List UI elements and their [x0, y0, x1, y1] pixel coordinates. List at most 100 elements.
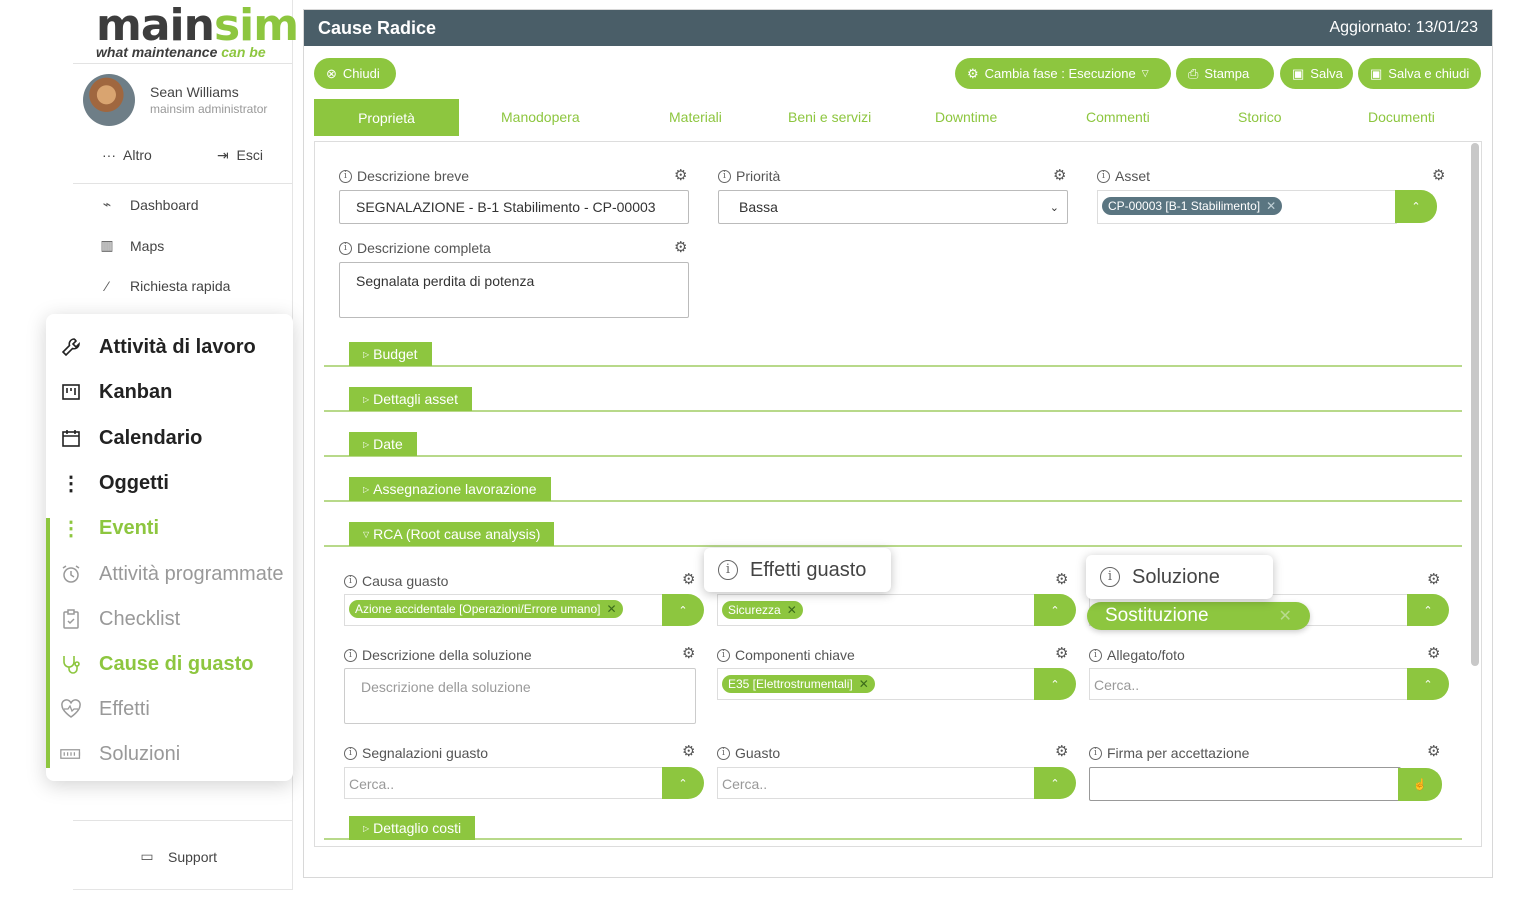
tab-goods-services[interactable]: Beni e servizi: [788, 109, 871, 125]
remove-icon[interactable]: ✕: [859, 677, 869, 691]
menu-label: Attività di lavoro: [99, 335, 256, 358]
section-costs[interactable]: ▷ Dettaglio costi: [349, 816, 476, 840]
asset-chip[interactable]: CP-00003 [B-1 Stabilimento] ✕: [1102, 197, 1283, 215]
menu-label: Kanban: [99, 380, 173, 403]
gear-icon[interactable]: ⚙: [1055, 644, 1068, 662]
tab-history[interactable]: Storico: [1238, 109, 1282, 125]
priority-select[interactable]: Bassa ⌄: [718, 190, 1068, 224]
section-line: [324, 838, 1462, 840]
effects-search-button[interactable]: ⌃: [1034, 594, 1076, 626]
section-rca[interactable]: ▽ RCA (Root cause analysis): [349, 522, 555, 546]
components-chip[interactable]: E35 [Elettrostrumentali] ✕: [722, 675, 875, 693]
solution-desc-label: i Descrizione della soluzione: [344, 647, 532, 663]
remove-icon[interactable]: ✕: [787, 603, 797, 617]
tab-properties[interactable]: Proprietà: [314, 99, 459, 136]
remove-icon[interactable]: ✕: [1279, 606, 1292, 626]
section-line: [324, 410, 1462, 412]
logout-button[interactable]: ⇥ Esci: [217, 147, 263, 164]
gear-icon[interactable]: ⚙: [1055, 570, 1068, 588]
info-icon: i: [718, 169, 731, 183]
gear-icon[interactable]: ⚙: [1427, 570, 1440, 588]
close-button[interactable]: ⊗ Chiudi: [314, 58, 396, 89]
page-title: Cause Radice: [318, 18, 437, 38]
more-label: Altro: [123, 147, 152, 163]
gear-icon[interactable]: ⚙: [682, 742, 695, 760]
remove-icon[interactable]: ✕: [1266, 199, 1276, 213]
section-budget[interactable]: ▷ Budget: [349, 342, 432, 366]
tab-labor[interactable]: Manodopera: [501, 109, 580, 125]
info-icon: i: [344, 574, 357, 588]
floppy-icon: ▣: [1292, 65, 1305, 81]
full-desc-textarea[interactable]: Segnalata perdita di potenza: [339, 262, 689, 318]
components-label: i Componenti chiave: [717, 647, 855, 663]
asset-search-button[interactable]: ⌃: [1395, 190, 1437, 223]
more-vertical-icon: ⋮: [61, 517, 81, 540]
asset-label: i Asset: [1097, 168, 1150, 184]
attachment-label: i Allegato/foto: [1089, 647, 1185, 663]
mainsim-logo[interactable]: mainsim what maintenance can be: [96, 4, 299, 61]
tab-documents[interactable]: Documenti: [1368, 109, 1435, 125]
chevrons-up-icon: ⌃: [1050, 678, 1060, 691]
nav-label: Richiesta rapida: [130, 278, 231, 294]
clipboard-icon: [60, 608, 82, 630]
chevrons-up-icon: ⌃: [1411, 201, 1421, 213]
gear-icon[interactable]: ⚙: [1053, 166, 1066, 184]
caret-right-icon: ▷: [363, 349, 370, 359]
components-search-button[interactable]: ⌃: [1034, 668, 1076, 700]
battery-icon: [60, 743, 82, 765]
cause-label: i Causa guasto: [344, 573, 448, 589]
gear-icon[interactable]: ⚙: [1427, 644, 1440, 662]
cause-chip[interactable]: Azione accidentale [Operazioni/Errore um…: [349, 600, 623, 618]
gear-icon[interactable]: ⚙: [682, 570, 695, 588]
section-label: Assegnazione lavorazione: [373, 481, 537, 497]
gear-icon[interactable]: ⚙: [682, 644, 695, 662]
reports-search-button[interactable]: ⌃: [662, 767, 704, 799]
caret-right-icon: ▷: [363, 484, 370, 494]
gear-icon[interactable]: ⚙: [674, 238, 687, 256]
attachment-search-button[interactable]: ⌃: [1407, 668, 1449, 700]
solution-desc-textarea[interactable]: Descrizione della soluzione: [344, 668, 696, 724]
scrollbar[interactable]: [1471, 143, 1479, 666]
gear-icon[interactable]: ⚙: [1055, 742, 1068, 760]
signature-button[interactable]: ☝: [1398, 768, 1442, 801]
gear-icon[interactable]: ⚙: [674, 166, 687, 184]
failure-search-button[interactable]: ⌃: [1034, 767, 1076, 799]
chevrons-up-icon: ⌃: [1423, 604, 1433, 617]
effects-chip[interactable]: Sicurezza ✕: [722, 601, 803, 619]
gear-icon[interactable]: ⚙: [1432, 166, 1445, 184]
nav-item-maps[interactable]: ▥ Maps: [98, 237, 164, 254]
save-close-button[interactable]: ▣ Salva e chiudi: [1358, 58, 1481, 89]
failure-search-input[interactable]: Cerca..: [717, 767, 1037, 799]
chevrons-up-icon: ⌃: [1050, 604, 1060, 617]
solution-search-button[interactable]: ⌃: [1407, 594, 1449, 626]
divider: [73, 820, 292, 821]
cause-search-button[interactable]: ⌃: [662, 594, 704, 626]
tab-downtime[interactable]: Downtime: [935, 109, 997, 125]
support-button[interactable]: ▭ Support: [138, 848, 217, 865]
nav-item-dashboard[interactable]: ⌁ Dashboard: [98, 196, 199, 213]
short-desc-field[interactable]: SEGNALAZIONE - B-1 Stabilimento - CP-000…: [339, 190, 689, 224]
logo-tagline: what maintenance: [96, 44, 218, 60]
section-assignment[interactable]: ▷ Assegnazione lavorazione: [349, 477, 551, 501]
nav-item-quick-request[interactable]: ⁄ Richiesta rapida: [98, 278, 231, 294]
tab-materials[interactable]: Materiali: [669, 109, 722, 125]
signature-field[interactable]: [1089, 767, 1401, 801]
attachment-search-input[interactable]: Cerca..: [1089, 668, 1409, 700]
more-button[interactable]: ··· Altro: [102, 147, 152, 163]
avatar[interactable]: [83, 74, 135, 126]
print-button[interactable]: ⎙ Stampa: [1176, 58, 1274, 89]
change-phase-button[interactable]: ⚙ Cambia fase : Esecuzione ▽: [955, 58, 1171, 89]
chevrons-up-icon: ⌃: [1423, 678, 1433, 691]
reports-search-input[interactable]: Cerca..: [344, 767, 664, 799]
menu-label: Oggetti: [99, 471, 169, 494]
save-button[interactable]: ▣ Salva: [1280, 58, 1353, 89]
info-icon: i: [1097, 169, 1110, 183]
remove-icon[interactable]: ✕: [606, 602, 616, 616]
info-icon: i: [344, 746, 357, 760]
section-date[interactable]: ▷ Date: [349, 432, 417, 456]
solution-chip-zoomed[interactable]: Sostituzione ✕: [1087, 602, 1310, 630]
tab-comments[interactable]: Commenti: [1086, 109, 1150, 125]
gear-icon[interactable]: ⚙: [1427, 742, 1440, 760]
priority-value: Bassa: [739, 199, 778, 215]
section-asset-details[interactable]: ▷ Dettagli asset: [349, 387, 472, 411]
